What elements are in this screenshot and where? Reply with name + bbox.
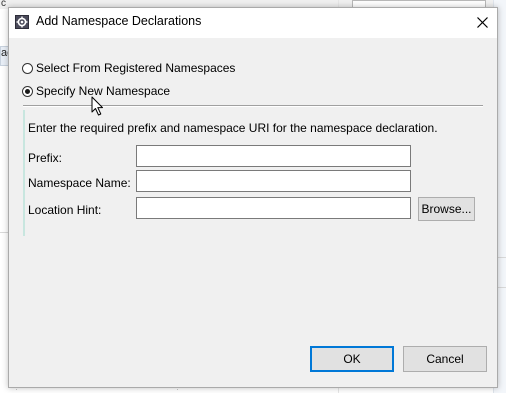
group-accent-line [23, 110, 25, 236]
radio-button-selected[interactable] [22, 85, 33, 97]
cancel-button[interactable]: Cancel [403, 346, 487, 372]
dialog-title: Add Namespace Declarations [36, 14, 202, 28]
add-namespace-dialog: Add Namespace Declarations Select From R… [8, 7, 498, 388]
instructions-text: Enter the required prefix and namespace … [28, 121, 438, 135]
prefix-label: Prefix: [28, 151, 63, 165]
mouse-pointer-icon [91, 96, 103, 116]
prefix-input[interactable] [136, 145, 411, 167]
background-text-fragment: c [1, 0, 6, 9]
radio-select-registered[interactable]: Select From Registered Namespaces [22, 61, 235, 75]
dialog-titlebar[interactable]: Add Namespace Declarations [9, 8, 497, 38]
dialog-body: Select From Registered Namespaces Specif… [9, 38, 497, 387]
close-icon [476, 16, 488, 28]
browse-button[interactable]: Browse... [418, 197, 475, 221]
settings-gear-icon [15, 15, 29, 29]
ok-button[interactable]: OK [310, 346, 394, 372]
namespace-name-input[interactable] [136, 170, 411, 192]
namespace-name-label: Namespace Name: [28, 176, 131, 190]
radio-label: Select From Registered Namespaces [36, 61, 236, 75]
close-button[interactable] [471, 11, 493, 33]
location-hint-label: Location Hint: [28, 203, 102, 217]
background-divider [0, 232, 8, 233]
location-hint-input[interactable] [136, 197, 411, 219]
radio-button[interactable] [22, 62, 33, 74]
